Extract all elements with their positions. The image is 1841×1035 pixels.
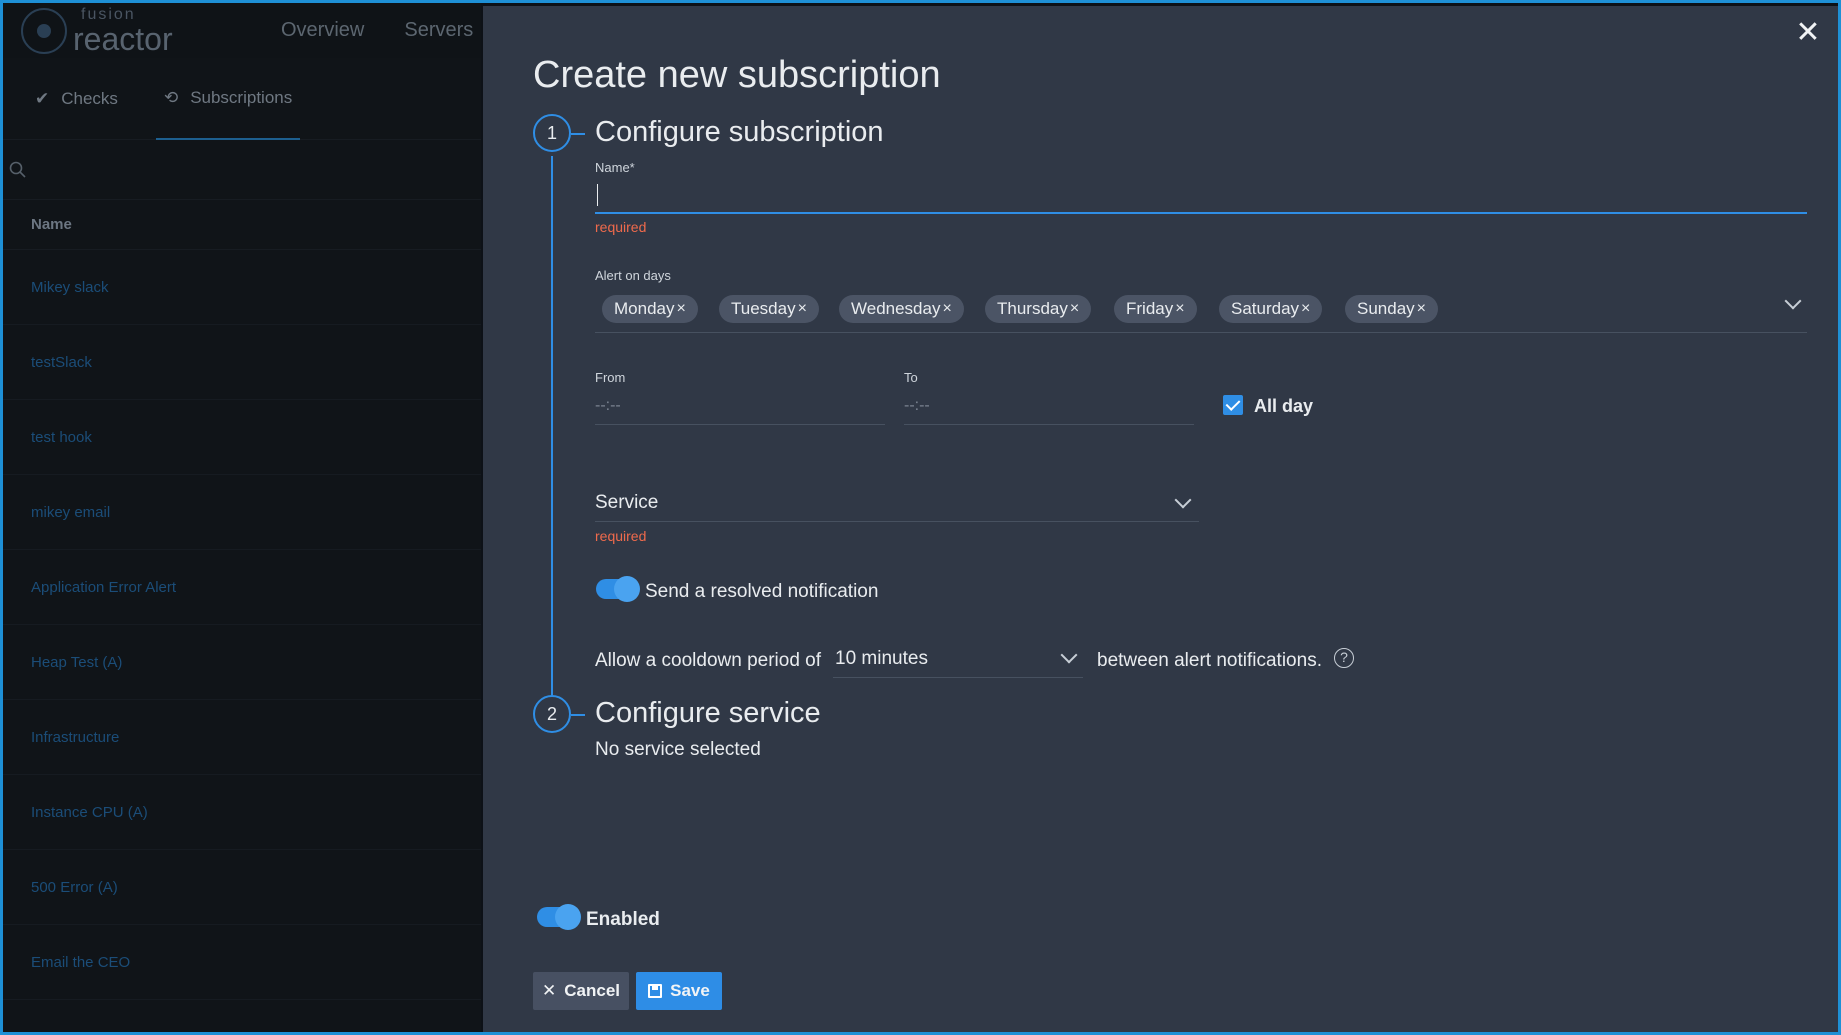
- day-chip-wednesday: Wednesday ×: [839, 295, 964, 323]
- from-label: From: [595, 370, 626, 385]
- text-caret: [597, 184, 598, 206]
- chip-label: Friday: [1126, 299, 1174, 318]
- days-multiselect[interactable]: Monday × Tuesday × Wednesday × Thursday …: [595, 288, 1807, 333]
- enabled-label: Enabled: [586, 909, 660, 930]
- chip-label: Tuesday: [731, 299, 796, 318]
- chip-label: Monday: [614, 299, 675, 318]
- day-chip-tuesday: Tuesday ×: [719, 295, 819, 323]
- search-icon: [9, 161, 26, 178]
- table-row[interactable]: test hook: [3, 400, 481, 475]
- cooldown-select[interactable]: 10 minutes: [833, 642, 1083, 678]
- cancel-button[interactable]: ✕ Cancel: [533, 972, 629, 1010]
- step-2-title: Configure service: [595, 697, 821, 729]
- logo-big-text: reactor: [73, 20, 173, 57]
- service-error: required: [595, 528, 647, 544]
- remove-tuesday-icon[interactable]: ×: [798, 295, 807, 323]
- tab-checks-label: Checks: [61, 88, 118, 108]
- table-row[interactable]: 500 Error (A): [3, 850, 481, 925]
- step-2-circle: 2: [533, 695, 571, 733]
- stepper-line: [551, 156, 553, 702]
- chip-label: Saturday: [1231, 299, 1300, 318]
- enabled-toggle[interactable]: [537, 904, 581, 930]
- to-time-input[interactable]: --:--: [904, 391, 1194, 425]
- remove-friday-icon[interactable]: ×: [1175, 295, 1184, 323]
- logo-icon: [21, 7, 67, 54]
- days-label: Alert on days: [595, 268, 671, 283]
- remove-thursday-icon[interactable]: ×: [1070, 295, 1079, 323]
- all-day-checkbox[interactable]: [1223, 395, 1243, 415]
- day-chip-friday: Friday ×: [1114, 295, 1197, 323]
- table-row[interactable]: Heap Test (A): [3, 625, 481, 700]
- tab-checks[interactable]: ✔ Checks: [27, 58, 126, 140]
- cooldown-suffix: between alert notifications.: [1097, 650, 1322, 671]
- remove-wednesday-icon[interactable]: ×: [942, 295, 951, 323]
- tab-subscriptions[interactable]: ⟲ Subscriptions: [155, 58, 301, 140]
- tab-subscriptions-label: Subscriptions: [190, 87, 293, 107]
- table-row[interactable]: Infrastructure: [3, 700, 481, 775]
- cancel-label: Cancel: [564, 981, 620, 1000]
- table-row[interactable]: testSlack: [3, 325, 481, 400]
- chevron-down-icon: [1060, 646, 1078, 664]
- all-day-label[interactable]: All day: [1254, 396, 1313, 417]
- service-label: Service: [595, 492, 659, 513]
- day-chip-sunday: Sunday ×: [1345, 295, 1439, 323]
- nav-servers[interactable]: Servers: [404, 19, 473, 42]
- remove-sunday-icon[interactable]: ×: [1417, 295, 1426, 323]
- service-select[interactable]: Service: [595, 486, 1199, 522]
- check-icon: ✔: [35, 88, 50, 108]
- nav-overview[interactable]: Overview: [281, 19, 364, 42]
- table-row[interactable]: Instance CPU (A): [3, 775, 481, 850]
- table-row[interactable]: Application Error Alert: [3, 550, 481, 625]
- step-1-circle: 1: [533, 114, 571, 152]
- close-icon[interactable]: ✕: [1793, 18, 1823, 48]
- panel-title: Create new subscription: [533, 54, 941, 96]
- no-service-text: No service selected: [595, 739, 761, 760]
- step-1-tick: [571, 133, 585, 135]
- fusionreactor-logo: fusion reactor: [21, 6, 201, 57]
- from-time-input[interactable]: --:--: [595, 391, 885, 425]
- day-chip-thursday: Thursday ×: [985, 295, 1092, 323]
- table-header-name[interactable]: Name: [3, 200, 481, 250]
- resolved-notification-label: Send a resolved notification: [645, 581, 879, 602]
- save-button[interactable]: Save: [636, 972, 722, 1010]
- remove-saturday-icon[interactable]: ×: [1301, 295, 1310, 323]
- cooldown-value: 10 minutes: [835, 648, 928, 669]
- chevron-down-icon[interactable]: [1784, 292, 1802, 310]
- help-icon[interactable]: ?: [1334, 648, 1354, 668]
- close-icon: ✕: [542, 981, 557, 1000]
- name-error: required: [595, 219, 647, 235]
- cooldown-prefix: Allow a cooldown period of: [595, 650, 822, 671]
- step-1-title: Configure subscription: [595, 116, 884, 148]
- name-label: Name*: [595, 160, 635, 175]
- chip-label: Sunday: [1357, 299, 1415, 318]
- history-icon: ⟲: [163, 87, 179, 107]
- table-row[interactable]: Mikey slack: [3, 250, 481, 325]
- search-bar[interactable]: [3, 140, 481, 200]
- save-label: Save: [670, 981, 710, 1000]
- name-input[interactable]: [595, 179, 1807, 214]
- chip-label: Wednesday: [851, 299, 941, 318]
- background-app: fusion reactor Overview Servers ✔ Checks…: [3, 3, 481, 1032]
- top-bar: fusion reactor Overview Servers: [3, 3, 481, 58]
- chevron-down-icon: [1174, 491, 1192, 509]
- save-icon: [648, 984, 663, 998]
- screen-frame: fusion reactor Overview Servers ✔ Checks…: [0, 0, 1841, 1035]
- resolved-notification-toggle[interactable]: [596, 576, 640, 602]
- remove-monday-icon[interactable]: ×: [676, 295, 685, 323]
- table-row[interactable]: mikey email: [3, 475, 481, 550]
- day-chip-monday: Monday ×: [602, 295, 698, 323]
- to-label: To: [904, 370, 918, 385]
- chip-label: Thursday: [997, 299, 1068, 318]
- top-nav: Overview Servers: [281, 19, 473, 42]
- day-chip-saturday: Saturday ×: [1219, 295, 1323, 323]
- table-row[interactable]: Email the CEO: [3, 925, 481, 1000]
- create-subscription-panel: ✕ Create new subscription 1 Configure su…: [483, 6, 1838, 1032]
- step-2-tick: [571, 714, 585, 716]
- tab-bar: ✔ Checks ⟲ Subscriptions: [3, 58, 481, 140]
